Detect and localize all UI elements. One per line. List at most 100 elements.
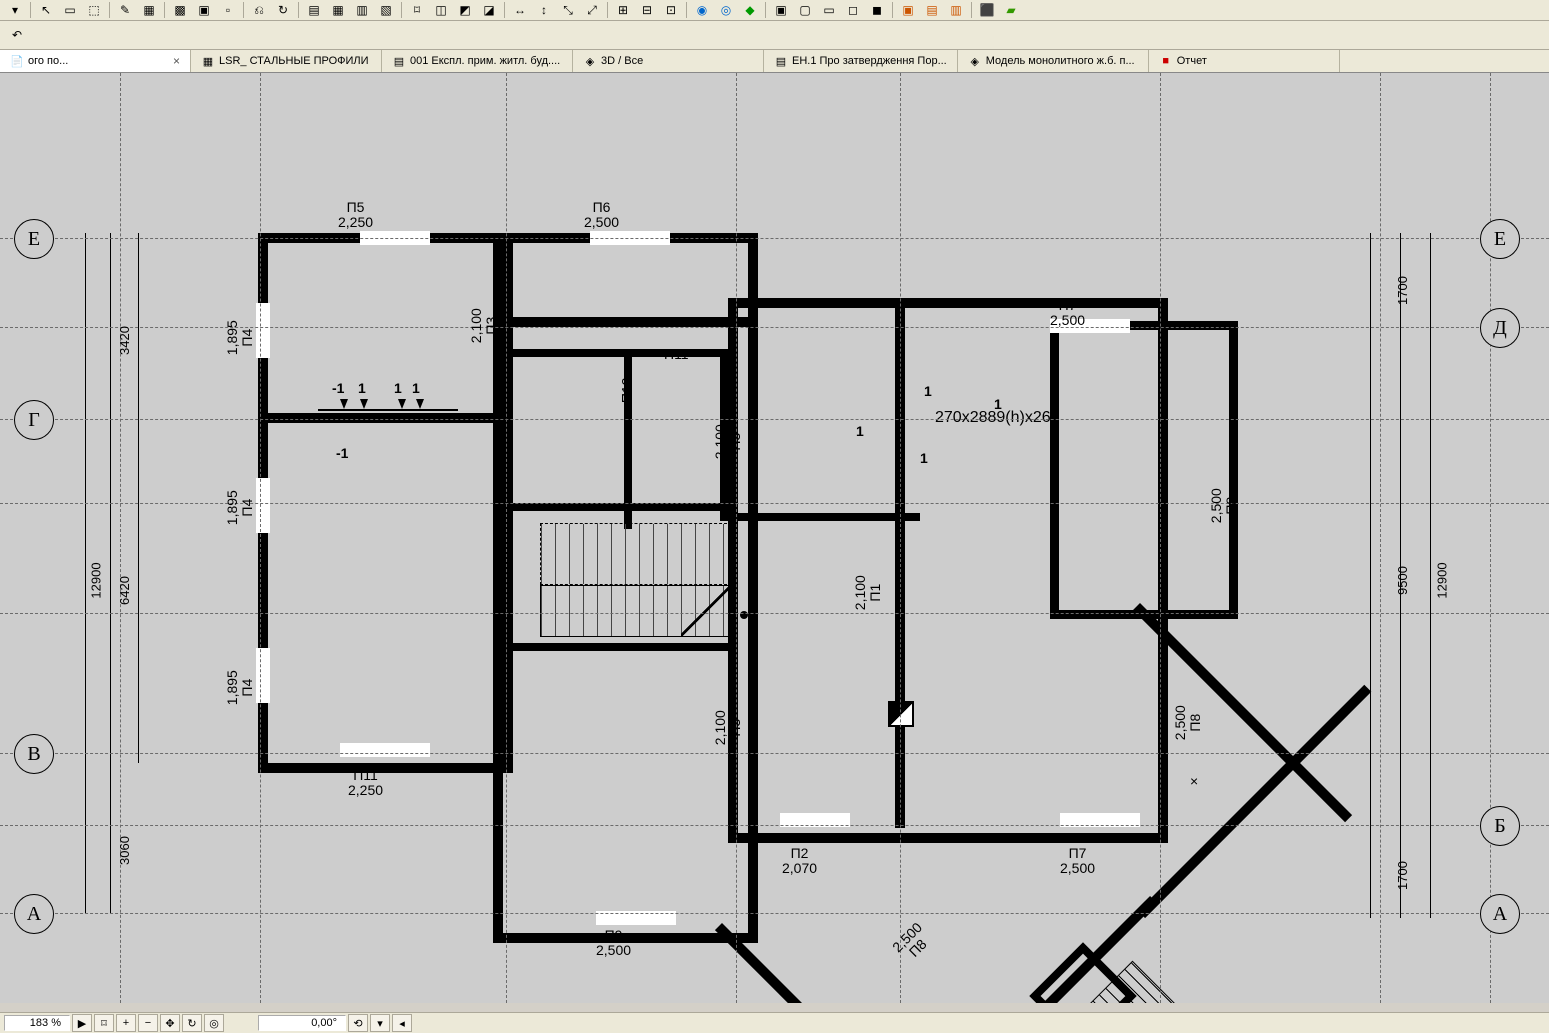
- tool-btn[interactable]: ▩: [169, 0, 191, 20]
- dim-text: 1700: [1395, 276, 1410, 305]
- section-line: [318, 409, 458, 411]
- tool-btn[interactable]: ▥: [945, 0, 967, 20]
- grid-line: [0, 613, 1549, 614]
- arrow-icon: [340, 399, 348, 409]
- axis-mark: Б: [1480, 806, 1520, 846]
- tab-icon: ▤: [774, 55, 788, 68]
- tool-btn[interactable]: ▭: [818, 0, 840, 20]
- tool-btn[interactable]: ↕: [533, 0, 555, 20]
- lintel-label: 2,100П3: [713, 424, 742, 459]
- tool-btn[interactable]: ✎: [114, 0, 136, 20]
- tool-btn[interactable]: ▭: [59, 0, 81, 20]
- lintel-label: П72,500: [1050, 298, 1085, 327]
- lintel-label: П52,250: [338, 200, 373, 229]
- tab-label: 001 Експл. прим. житл. буд....: [410, 55, 560, 67]
- lintel-label: 1,895П4: [225, 670, 254, 705]
- tool-btn[interactable]: ▣: [897, 0, 919, 20]
- tool-btn[interactable]: ⤢: [581, 0, 603, 20]
- tool-btn[interactable]: ▦: [327, 0, 349, 20]
- lintel-label: 2,100П3: [713, 710, 742, 745]
- tool-btn[interactable]: ◎: [715, 0, 737, 20]
- zoom-out-icon[interactable]: −: [138, 1014, 158, 1032]
- tool-btn[interactable]: ▢: [794, 0, 816, 20]
- wall: [720, 513, 920, 521]
- tool-btn[interactable]: ⬛: [976, 0, 998, 20]
- document-tab[interactable]: ■Отчет: [1149, 50, 1340, 72]
- tool-btn[interactable]: ◩: [454, 0, 476, 20]
- tool-btn[interactable]: ▤: [921, 0, 943, 20]
- zoom-fit-icon[interactable]: ⌑: [94, 1014, 114, 1032]
- document-tabs: 📄ого по...×▦LSR_ СТАЛЬНЫЕ ПРОФИЛИ▤001 Ек…: [0, 50, 1549, 73]
- drawing-canvas[interactable]: × П11 270x2889(h)x260 ЕГВАЕДБА3420642030…: [0, 73, 1549, 1003]
- grid-line: [736, 73, 737, 1003]
- tab-label: ЕН.1 Про затвердження Пор...: [792, 55, 947, 67]
- tool-btn[interactable]: ◂: [392, 1014, 412, 1032]
- angle-value: 0,00°: [258, 1015, 346, 1031]
- tool-btn[interactable]: ⊟: [636, 0, 658, 20]
- lintel-label: П92,500: [596, 928, 631, 957]
- tab-icon: ◈: [583, 55, 597, 68]
- tool-btn[interactable]: ▧: [375, 0, 397, 20]
- lintel-label: П11: [664, 347, 689, 362]
- tool-btn[interactable]: ⌑: [406, 0, 428, 20]
- x-mark-icon: ×: [1190, 773, 1198, 789]
- tool-btn[interactable]: ▦: [138, 0, 160, 20]
- tool-btn[interactable]: ↔: [509, 0, 531, 20]
- wall: [268, 413, 498, 423]
- tool-btn[interactable]: ▣: [193, 0, 215, 20]
- document-tab[interactable]: ▦LSR_ СТАЛЬНЫЕ ПРОФИЛИ: [191, 50, 382, 72]
- grid-line: [0, 753, 1549, 754]
- tool-btn[interactable]: ▾: [4, 0, 26, 20]
- tool-btn[interactable]: ◼: [866, 0, 888, 20]
- grid-line: [1160, 73, 1161, 1003]
- back-icon[interactable]: ↶: [4, 22, 30, 48]
- staircase: [540, 523, 732, 585]
- tool-btn[interactable]: ↻: [272, 0, 294, 20]
- tool-btn[interactable]: ◪: [478, 0, 500, 20]
- dim-text: 12900: [1435, 562, 1450, 598]
- document-tab[interactable]: ▤ ЕН.1 Про затвердження Пор...: [764, 50, 958, 72]
- tool-btn[interactable]: ▫: [217, 0, 239, 20]
- opening: [340, 743, 430, 757]
- tool-btn[interactable]: ▾: [370, 1014, 390, 1032]
- tool-btn[interactable]: ▣: [770, 0, 792, 20]
- wall: [503, 349, 733, 357]
- tool-btn[interactable]: ▤: [303, 0, 325, 20]
- tool-btn[interactable]: ⎌: [248, 0, 270, 20]
- tool-btn[interactable]: ◫: [430, 0, 452, 20]
- tool-btn[interactable]: ◉: [691, 0, 713, 20]
- pan-icon[interactable]: ✥: [160, 1014, 180, 1032]
- document-tab[interactable]: 📄ого по...×: [0, 50, 191, 72]
- lintel-label: 1,895П4: [225, 320, 254, 355]
- tab-label: LSR_ СТАЛЬНЫЕ ПРОФИЛИ: [219, 55, 369, 67]
- zoom-value: 183 %: [4, 1015, 70, 1031]
- tool-btn[interactable]: ◎: [204, 1014, 224, 1032]
- tool-btn[interactable]: ⬚: [83, 0, 105, 20]
- axis-mark: Г: [14, 400, 54, 440]
- axis-mark: Е: [1480, 219, 1520, 259]
- section-mark: -1: [336, 445, 348, 461]
- arrow-icon: [416, 399, 424, 409]
- section-mark: 1: [412, 380, 420, 396]
- tool-btn[interactable]: ⤡: [557, 0, 579, 20]
- lintel-label: 2,500П8: [890, 920, 936, 966]
- grid-line: [0, 825, 1549, 826]
- close-icon[interactable]: ×: [173, 54, 180, 68]
- tool-btn[interactable]: ◆: [739, 0, 761, 20]
- main-toolbar: ▾ ↖ ▭ ⬚ ✎ ▦ ▩ ▣ ▫ ⎌ ↻ ▤ ▦ ▥ ▧ ⌑ ◫ ◩ ◪ ↔ …: [0, 0, 1549, 21]
- zoom-in-icon[interactable]: +: [116, 1014, 136, 1032]
- document-tab[interactable]: ▤001 Експл. прим. житл. буд....: [382, 50, 573, 72]
- tool-btn[interactable]: ◻: [842, 0, 864, 20]
- tool-btn[interactable]: ⟲: [348, 1014, 368, 1032]
- tool-btn[interactable]: ⊡: [660, 0, 682, 20]
- zoom-play-icon[interactable]: ▶: [72, 1014, 92, 1032]
- tool-btn[interactable]: ▥: [351, 0, 373, 20]
- refresh-icon[interactable]: ↻: [182, 1014, 202, 1032]
- document-tab[interactable]: ◈Модель монолитного ж.б. п...: [958, 50, 1149, 72]
- tool-btn[interactable]: ⊞: [612, 0, 634, 20]
- tab-icon: 📄: [10, 55, 24, 68]
- document-tab[interactable]: ◈3D / Все: [573, 50, 764, 72]
- section-mark: 1: [358, 380, 366, 396]
- arrow-icon[interactable]: ↖: [35, 0, 57, 20]
- tool-btn[interactable]: ▰: [1000, 0, 1022, 20]
